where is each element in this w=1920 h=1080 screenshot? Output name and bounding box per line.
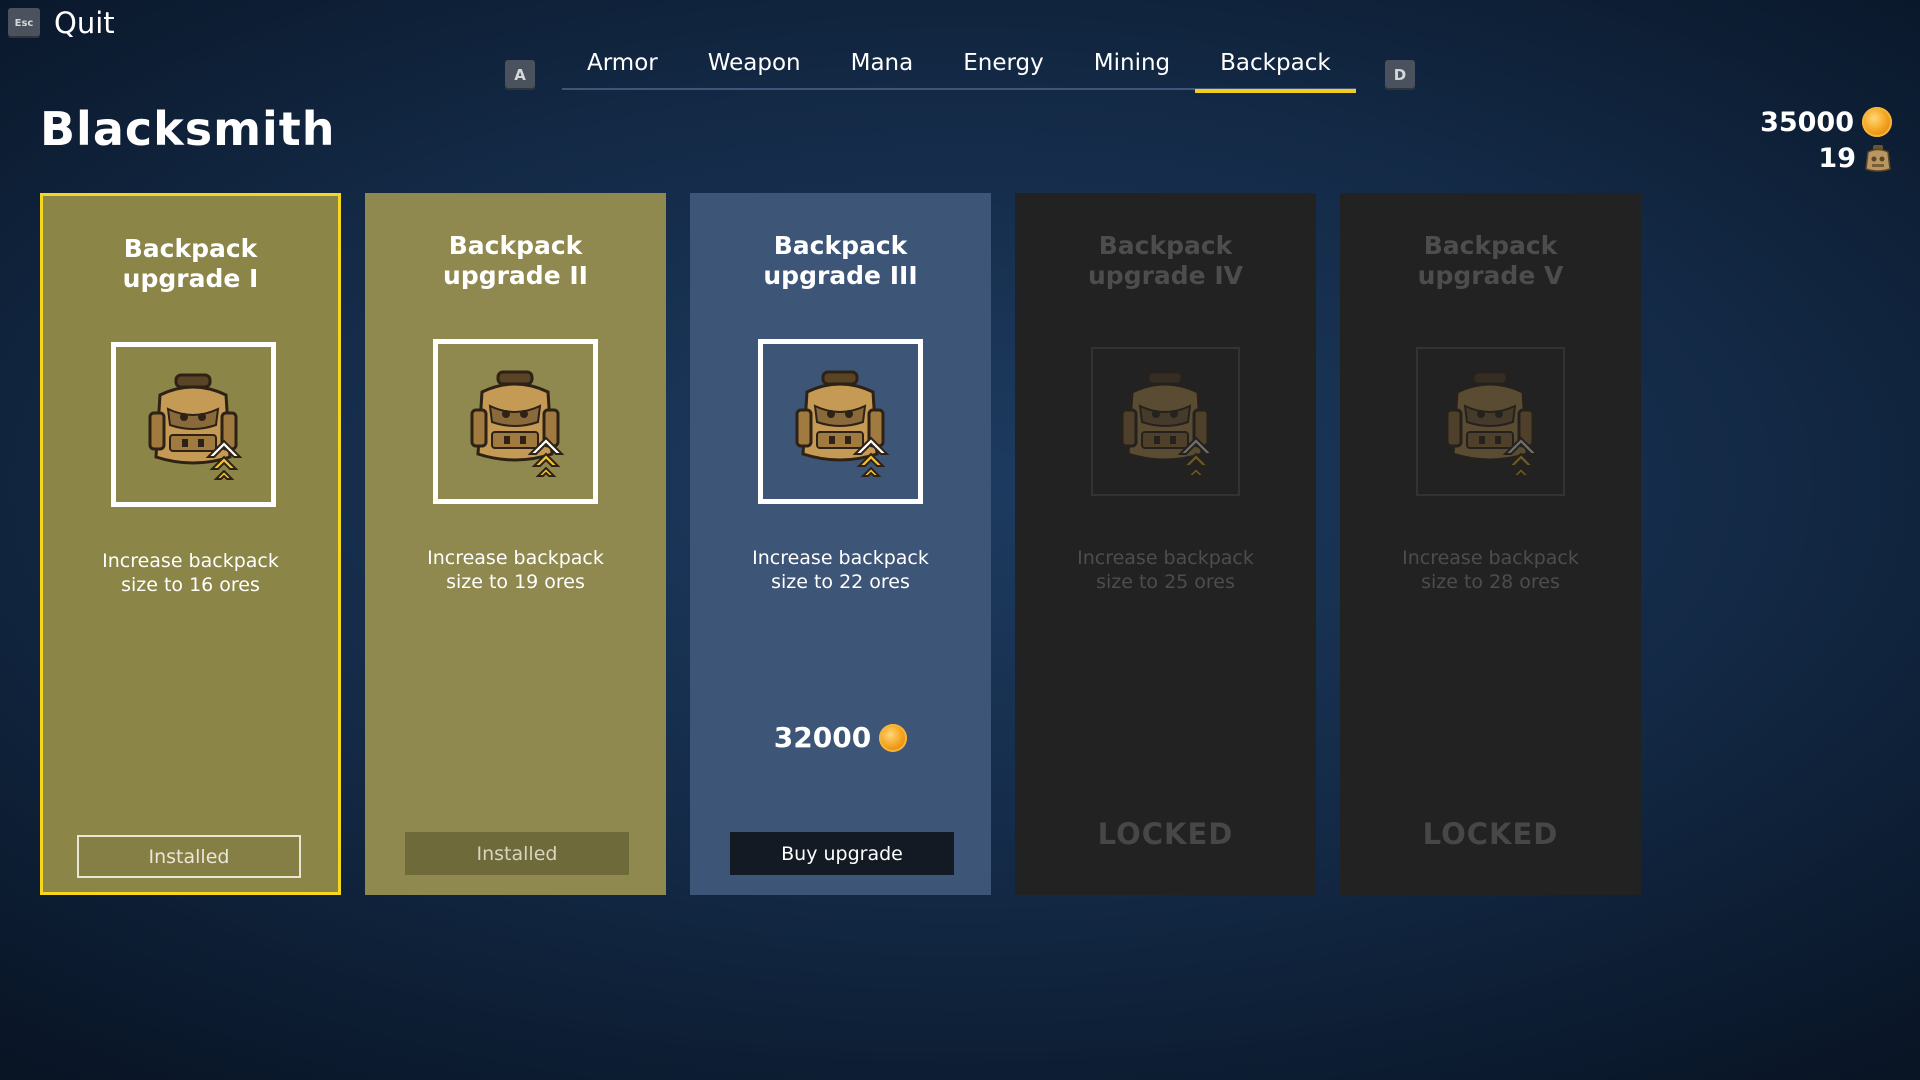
upgrade-card-4: Backpack upgrade IV Increase backpack si… — [1015, 193, 1316, 895]
gold-coin-icon — [879, 723, 908, 752]
upgrade-price: 32000 — [690, 721, 991, 754]
upgrade-card-5: Backpack upgrade V Increase backpack siz… — [1340, 193, 1641, 895]
locked-label: LOCKED — [1422, 817, 1559, 851]
card-description: Increase backpack size to 28 ores — [1402, 547, 1579, 593]
backpack-upgrade-icon — [470, 370, 563, 477]
ore-amount: 19 — [1818, 142, 1856, 174]
upgrade-card-1[interactable]: Backpack upgrade I Increase backpack siz… — [40, 193, 341, 895]
ore-bag-icon — [1865, 145, 1891, 172]
backpack-upgrade-icon — [795, 370, 888, 477]
tab-mana[interactable]: Mana — [826, 44, 939, 90]
card-icon-frame — [1416, 347, 1565, 496]
coin-amount: 35000 — [1760, 106, 1854, 138]
card-description: Increase backpack size to 19 ores — [427, 547, 604, 593]
installed-button[interactable]: Installed — [77, 835, 301, 878]
gold-coin-icon — [1862, 107, 1892, 137]
card-title: Backpack upgrade II — [443, 231, 588, 290]
card-icon-frame — [1091, 347, 1240, 496]
tab-energy[interactable]: Energy — [938, 44, 1069, 90]
card-description: Increase backpack size to 16 ores — [102, 550, 279, 596]
card-title: Backpack upgrade I — [122, 234, 259, 293]
card-title: Backpack upgrade IV — [1088, 231, 1243, 290]
quit-label: Quit — [54, 6, 115, 40]
locked-label: LOCKED — [1097, 817, 1234, 851]
tab-armor[interactable]: Armor — [562, 44, 683, 90]
card-icon-frame — [758, 339, 923, 504]
buy-upgrade-button[interactable]: Buy upgrade — [730, 832, 954, 875]
card-icon-frame — [433, 339, 598, 504]
quit-button[interactable]: Esc Quit — [8, 6, 115, 40]
upgrade-card-2[interactable]: Backpack upgrade II Increase backpack si… — [365, 193, 666, 895]
esc-key-icon: Esc — [8, 8, 40, 38]
wallet: 35000 19 — [1760, 104, 1892, 176]
upgrade-card-3[interactable]: Backpack upgrade III Increase backpack s… — [690, 193, 991, 895]
card-icon-frame — [111, 342, 276, 507]
card-description: Increase backpack size to 22 ores — [752, 547, 929, 593]
ore-balance: 19 — [1760, 140, 1892, 176]
installed-button[interactable]: Installed — [405, 832, 629, 875]
category-tabs: Armor Weapon Mana Energy Mining Backpack — [562, 44, 1356, 93]
tab-mining[interactable]: Mining — [1069, 44, 1195, 90]
backpack-upgrade-icon — [1445, 370, 1538, 477]
price-amount: 32000 — [773, 721, 872, 754]
card-description: Increase backpack size to 25 ores — [1077, 547, 1254, 593]
tab-backpack[interactable]: Backpack — [1195, 44, 1356, 93]
prev-tab-key[interactable]: A — [505, 60, 535, 90]
card-title: Backpack upgrade III — [763, 231, 918, 290]
backpack-upgrade-icon — [1120, 370, 1213, 477]
coin-balance: 35000 — [1760, 104, 1892, 140]
next-tab-key[interactable]: D — [1385, 60, 1415, 90]
page-title: Blacksmith — [40, 102, 336, 156]
backpack-upgrade-icon — [148, 373, 241, 480]
tab-weapon[interactable]: Weapon — [683, 44, 826, 90]
card-title: Backpack upgrade V — [1417, 231, 1564, 290]
